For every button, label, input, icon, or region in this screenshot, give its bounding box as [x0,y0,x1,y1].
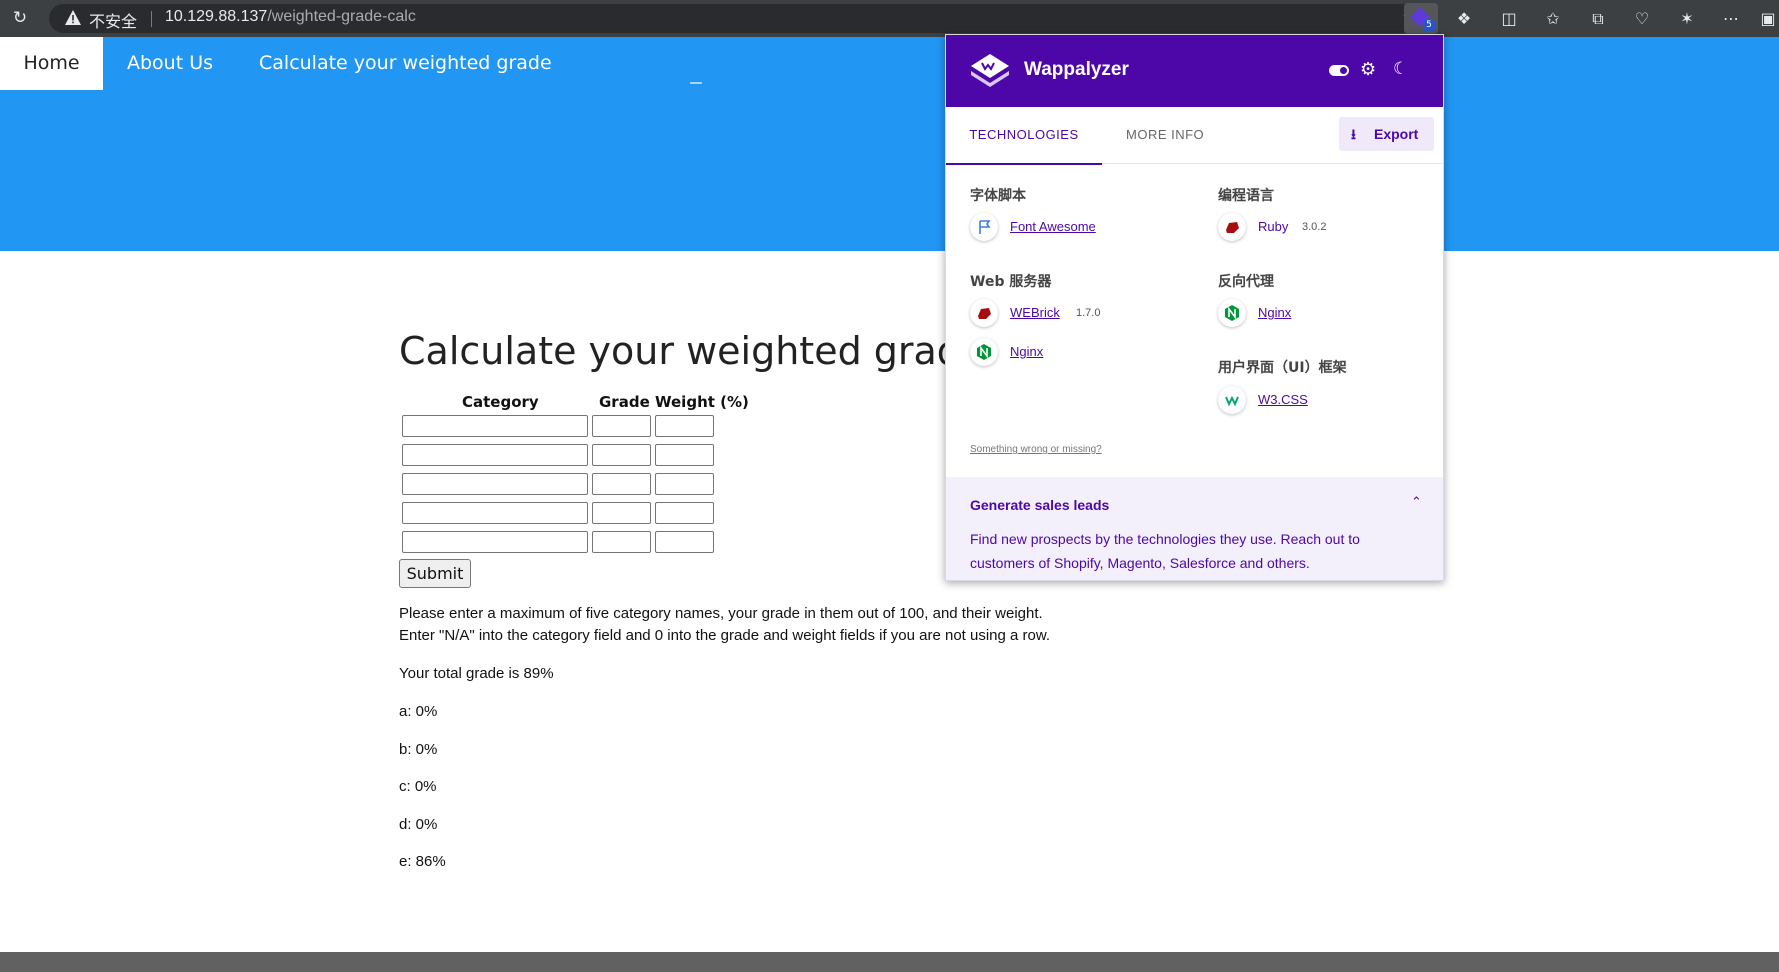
insecure-label[interactable]: 不安全 [89,8,137,32]
tech-version: 3.0.2 [1302,221,1327,233]
nav-home[interactable]: Home [0,37,103,90]
page-footer [0,952,1779,972]
more-menu-icon[interactable]: ⋯ [1720,8,1742,30]
submit-button[interactable]: Submit [399,559,471,588]
weight-input-4[interactable] [655,502,714,524]
category-programming-languages: 编程语言 [1218,188,1274,204]
webrick-ruby-icon [970,299,998,327]
result-c: c: 0% [399,778,437,795]
col-header-grade: Grade [599,393,650,411]
favorites-icon[interactable]: ✩ [1542,8,1564,30]
category-reverse-proxies: 反向代理 [1218,274,1274,290]
grade-input-4[interactable] [592,502,651,524]
copilot-icon[interactable]: ✶ [1676,8,1698,30]
font-awesome-flag-icon [970,213,998,241]
url-separator [151,11,152,27]
nginx-icon [1218,299,1246,327]
wappalyzer-title: Wappalyzer [1024,59,1129,80]
browser-toolbar: ↻ 不安全 10.129.88.137/weighted-grade-calc … [0,0,1779,37]
tech-name[interactable]: WEBrick [1010,305,1060,320]
sales-leads-title[interactable]: Generate sales leads [970,497,1109,513]
chevron-up-icon[interactable]: ⌃ [1411,495,1422,510]
result-b: b: 0% [399,741,438,758]
site-navbar: Home About Us Calculate your weighted gr… [0,37,1779,90]
tab-more-info[interactable]: MORE INFO [1126,107,1204,163]
sales-leads-panel: Generate sales leads ⌃ Find new prospect… [946,477,1443,580]
instructions-line-2: Enter "N/A" into the category field and … [399,627,1051,644]
reload-icon[interactable]: ↻ [10,8,30,28]
tech-name[interactable]: Ruby [1258,219,1288,234]
warning-icon[interactable] [64,9,82,27]
col-header-weight: Weight (%) [655,393,749,411]
export-button[interactable]: ⭳ Export [1339,117,1434,151]
grade-input-1[interactable] [592,415,651,437]
hero-banner [0,82,1779,251]
result-a: a: 0% [399,703,438,720]
tab-technologies[interactable]: TECHNOLOGIES [946,107,1102,165]
url-text[interactable]: 10.129.88.137/weighted-grade-calc [165,8,416,26]
split-screen-icon[interactable]: ◫ [1498,8,1520,30]
settings-gear-icon[interactable]: ⚙ [1360,59,1376,80]
url-path: /weighted-grade-calc [267,8,416,25]
extension-badge: 5 [1423,20,1435,31]
weight-input-3[interactable] [655,473,714,495]
collections-icon[interactable]: ⧉ [1587,8,1609,30]
something-wrong-link[interactable]: Something wrong or missing? [970,444,1102,455]
nav-about-us[interactable]: About Us [127,37,213,90]
wappalyzer-popup: Wappalyzer ⚙ ☾ TECHNOLOGIES MORE INFO ⭳ … [945,34,1444,581]
result-e: e: 86% [399,853,446,870]
col-header-category: Category [462,393,539,411]
category-input-3[interactable] [402,473,588,495]
dark-mode-moon-icon[interactable]: ☾ [1393,59,1408,79]
nginx-icon [970,338,998,366]
download-icon: ⭳ [1351,126,1356,142]
category-input-4[interactable] [402,502,588,524]
wappalyzer-logo-icon [971,54,1009,87]
enable-toggle-icon[interactable] [1329,65,1349,76]
category-web-servers: Web 服务器 [970,274,1052,290]
browser-essentials-icon[interactable]: ♡ [1631,8,1653,30]
grade-input-2[interactable] [592,444,651,466]
result-d: d: 0% [399,816,438,833]
page-title: Calculate your weighted grade [399,329,985,373]
weight-input-2[interactable] [655,444,714,466]
wappalyzer-header: Wappalyzer ⚙ ☾ [946,35,1443,107]
grade-input-5[interactable] [592,531,651,553]
category-input-1[interactable] [402,415,588,437]
hero-text-fragment [690,76,702,84]
export-label: Export [1374,126,1419,142]
tech-name[interactable]: Nginx [1258,305,1291,320]
wappalyzer-extension-button[interactable]: 5 [1404,3,1438,34]
weight-input-5[interactable] [655,531,714,553]
nav-calculate[interactable]: Calculate your weighted grade [259,37,552,90]
tech-name[interactable]: Nginx [1010,344,1043,359]
category-input-5[interactable] [402,531,588,553]
weight-input-1[interactable] [655,415,714,437]
grade-input-3[interactable] [592,473,651,495]
url-host: 10.129.88.137 [165,8,268,25]
category-ui-frameworks: 用户界面（UI）框架 [1218,360,1347,376]
category-input-2[interactable] [402,444,588,466]
extensions-puzzle-icon[interactable]: ❖ [1453,8,1475,30]
w3css-icon [1218,386,1246,414]
instructions-line-1: Please enter a maximum of five category … [399,605,1043,622]
tech-version: 1.7.0 [1076,307,1101,319]
tech-name[interactable]: Font Awesome [1010,219,1096,234]
ruby-icon [1218,213,1246,241]
sidebar-icon[interactable]: ▣ [1760,8,1776,30]
total-grade: Your total grade is 89% [399,665,554,682]
tech-name[interactable]: W3.CSS [1258,392,1308,407]
sales-leads-body: Find new prospects by the technologies t… [970,531,1360,571]
address-bar[interactable]: 不安全 10.129.88.137/weighted-grade-calc ☆ [49,4,1429,33]
category-font-scripts: 字体脚本 [970,188,1026,204]
